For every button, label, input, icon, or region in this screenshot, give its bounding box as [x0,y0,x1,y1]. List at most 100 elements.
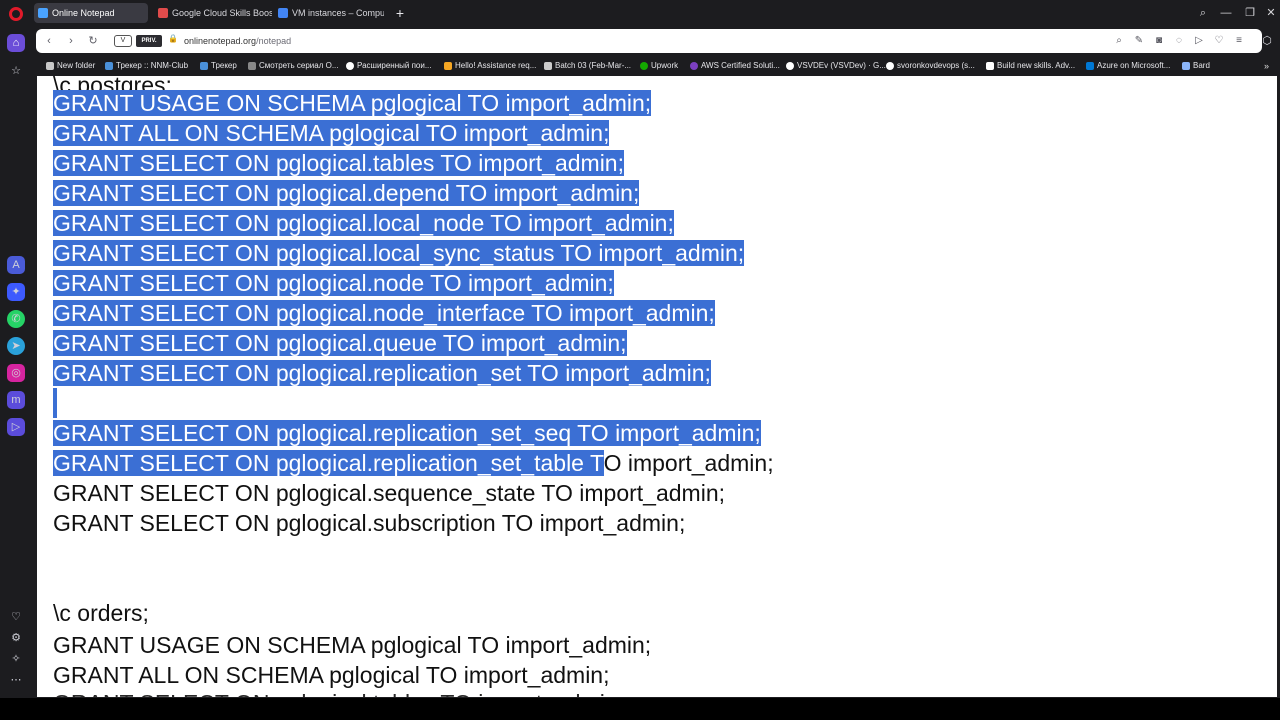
code-line: \c orders; [53,600,149,626]
mastodon-icon[interactable]: m [7,391,25,409]
tab-vm-instances[interactable]: VM instances – Compute [274,3,384,23]
url-text[interactable]: onlinenotepad.org/notepad [184,34,291,48]
play-icon[interactable]: ▷ [1192,33,1206,49]
google-icon [346,62,354,70]
code-line-selected: GRANT SELECT ON pglogical.queue TO impor… [53,328,627,358]
selected-text: GRANT SELECT ON pglogical.tables TO impo… [53,150,624,176]
folder-icon [46,62,54,70]
bookmarks-bar: New folder Трекер :: NNM-Club Трекер Смо… [32,56,1280,76]
code-line-selected: GRANT SELECT ON pglogical.node TO import… [53,268,614,298]
whatsapp-icon[interactable]: ✆ [7,310,25,328]
bookmark-label: Build new skills. Adv... [997,61,1076,70]
private-badge[interactable]: PRIV. [136,35,162,47]
back-icon[interactable]: ‹ [42,33,56,49]
lock-icon[interactable]: 🔒 [168,34,178,43]
code-line-selected: GRANT USAGE ON SCHEMA pglogical TO impor… [53,88,652,118]
reload-icon[interactable]: ↻ [86,33,100,49]
bookmark-advanced-search[interactable]: Расширенный пои... [346,58,432,74]
vpn-badge[interactable]: V [114,35,132,47]
opera-logo-icon[interactable] [9,7,23,21]
selected-text: GRANT SELECT ON pglogical.node_interface… [53,300,715,326]
selected-text: GRANT SELECT ON pglogical.replication_se… [53,450,604,476]
new-tab-button[interactable]: + [393,3,407,23]
bookmark-azure[interactable]: Azure on Microsoft... [1086,58,1170,74]
bookmark-label: Расширенный пои... [357,61,432,70]
bookmark-label: AWS Certified Soluti... [701,61,780,70]
selected-text: GRANT SELECT ON pglogical.local_node TO … [53,210,674,236]
tab-online-notepad[interactable]: Online Notepad [34,3,148,23]
edit-icon[interactable]: ✎ [1132,33,1146,49]
github-icon [886,62,894,70]
tracker-icon [200,62,208,70]
bookmark-label: Batch 03 (Feb-Mar-... [555,61,632,70]
selected-text: GRANT SELECT ON pglogical.replication_se… [53,360,711,386]
more-dots-icon[interactable]: ⋯ [7,671,25,689]
bard-icon [1182,62,1190,70]
minimize-button[interactable]: — [1218,4,1234,22]
bookmark-label: Hello! Assistance req... [455,61,537,70]
lightbulb-icon[interactable]: ✧ [7,650,25,668]
forward-icon[interactable]: › [64,33,78,49]
heart-icon[interactable]: ♡ [7,608,25,626]
tab-bar: Online Notepad Google Cloud Skills Boost… [0,0,1280,26]
telegram-icon[interactable]: ➤ [7,337,25,355]
bookmark-nnm-club[interactable]: Трекер :: NNM-Club [105,58,188,74]
bookmark-serial[interactable]: Смотреть сериал О... [248,58,339,74]
aws-icon [690,62,698,70]
code-line-partially-selected: GRANT SELECT ON pglogical.replication_se… [53,448,774,478]
selected-text: GRANT SELECT ON pglogical.replication_se… [53,420,761,446]
selected-text: GRANT ALL ON SCHEMA pglogical TO import_… [53,120,610,146]
player-icon[interactable]: ▷ [7,418,25,436]
tab-google-cloud-skills[interactable]: Google Cloud Skills Boost [154,3,272,23]
bookmark-build-skills[interactable]: Build new skills. Adv... [986,58,1075,74]
menu-icon[interactable]: ≡ [1232,33,1246,49]
notepad-editor[interactable]: \c postgres; GRANT USAGE ON SCHEMA pglog… [37,76,1277,697]
home-icon[interactable]: ⌂ [7,34,25,52]
bookmark-tracker[interactable]: Трекер [200,58,237,74]
search-tabs-icon[interactable]: ⌕ [1195,4,1211,22]
instagram-icon[interactable]: ◎ [7,364,25,382]
url-path: /notepad [256,36,292,46]
code-line-selected: GRANT SELECT ON pglogical.local_sync_sta… [53,238,745,268]
google-cloud-favicon-icon [158,8,168,18]
heart-outline-icon[interactable]: ♡ [1212,33,1226,49]
restore-button[interactable]: ❐ [1242,4,1258,22]
bookmark-svoronkov[interactable]: svoronkovdevops (s... [886,58,975,74]
code-line: GRANT ALL ON SCHEMA pglogical TO import_… [53,662,610,688]
image-icon [544,62,552,70]
close-window-button[interactable]: ✕ [1263,4,1279,22]
star-icon[interactable]: ☆ [7,62,25,80]
bookmark-aws[interactable]: AWS Certified Soluti... [690,58,780,74]
camera-icon[interactable]: ◙ [1152,33,1166,49]
shield-icon[interactable]: ◌ [1172,33,1186,49]
url-field[interactable]: ‹ › ↻ V PRIV. 🔒 onlinenotepad.org/notepa… [36,29,1262,53]
messenger-icon[interactable]: ✦ [7,283,25,301]
selected-text: GRANT SELECT ON pglogical.node TO import… [53,270,614,296]
bookmark-label: Bard [1193,61,1210,70]
tracker-icon [105,62,113,70]
find-icon[interactable]: ⌕ [1112,33,1126,49]
bookmarks-overflow-button[interactable]: » [1264,58,1269,74]
bookmark-bard[interactable]: Bard [1182,58,1210,74]
compute-favicon-icon [278,8,288,18]
extensions-cube-icon[interactable]: ⬡ [1259,33,1275,49]
selected-text: GRANT SELECT ON pglogical.local_sync_sta… [53,240,745,266]
aria-icon[interactable]: A [7,256,25,274]
site-icon [444,62,452,70]
bookmark-assistance[interactable]: Hello! Assistance req... [444,58,536,74]
bookmark-new-folder[interactable]: New folder [46,58,95,74]
notepad-favicon-icon [38,8,48,18]
bookmark-vsvdev[interactable]: VSVDEv (VSVDev) · G... [786,58,886,74]
tab-title: VM instances – Compute [292,8,384,18]
bookmark-batch[interactable]: Batch 03 (Feb-Mar-... [544,58,631,74]
bookmark-label: Трекер [211,61,237,70]
url-host: onlinenotepad.org [184,36,257,46]
code-line-selected: GRANT SELECT ON pglogical.node_interface… [53,298,715,328]
settings-gear-icon[interactable]: ⚙ [7,629,25,647]
code-line: GRANT SELECT ON pglogical.sequence_state… [53,480,726,506]
code-line-selected-empty [53,388,57,418]
selected-empty-line [53,388,57,418]
x-icon [986,62,994,70]
bookmark-upwork[interactable]: Upwork [640,58,678,74]
tab-title: Google Cloud Skills Boost [172,8,272,18]
